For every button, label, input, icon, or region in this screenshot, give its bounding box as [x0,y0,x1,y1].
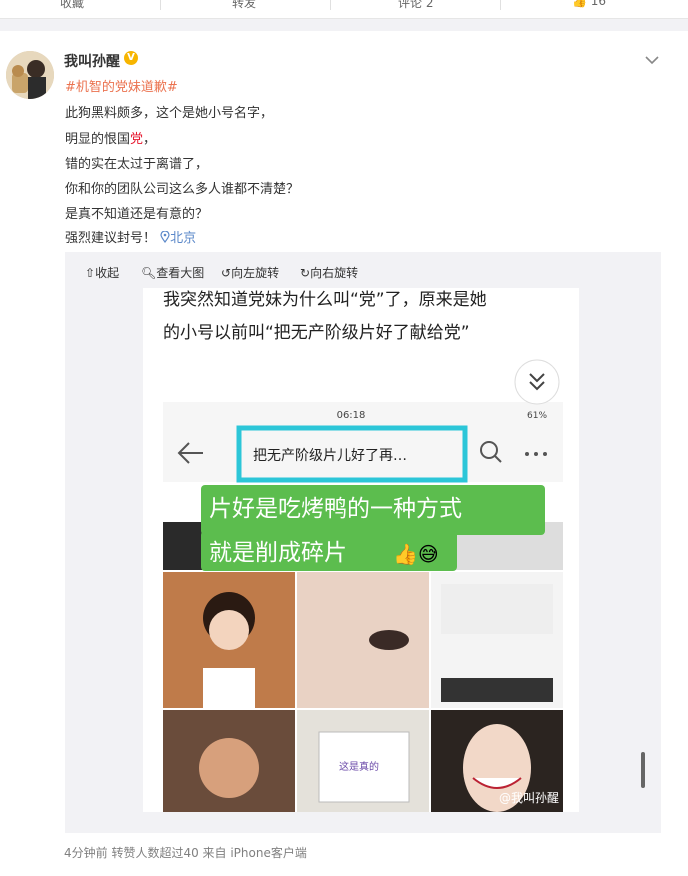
location-link[interactable]: 北京 [160,230,197,246]
like-count: 16 [590,0,607,8]
photo-tile [297,572,429,708]
overlay-text: 就是削成碎片 [209,540,347,566]
search-text: 把无产阶级片儿好了再… [253,448,407,464]
sticker-text: 这是真的 [339,760,379,773]
text-fragment: 强烈建议封号！ [65,231,157,246]
repost-button[interactable]: 转发 [232,0,256,12]
divider [330,0,331,10]
more-icon [525,452,529,456]
location-text: 北京 [170,231,197,246]
chevron-down-icon[interactable] [645,55,659,65]
divider [500,0,501,10]
collapse-button[interactable]: ⇧收起 [85,264,119,281]
post-text-line: 是真不知道还是有意的？ [65,207,209,222]
rotate-left-button[interactable]: ↺向左旋转 [221,264,279,281]
post-image[interactable]: 我突然知道党妹为什么叫“党”了，原来是她 的小号以前叫“把无产阶级片好了献给党”… [143,288,579,812]
text-fragment: ， [143,132,157,147]
collapse-icon: ⇧ [85,266,96,280]
thumbs-up-emoji-icon: 👍😅 [393,542,439,566]
location-pin-icon [160,230,170,244]
avatar-image [6,51,54,99]
rotate-right-label: 向右旋转 [310,266,359,280]
post-meta: 4分钟前 转赞人数超过40 来自 iPhone客户端 [64,846,307,860]
text-fragment: 明显的恨国 [65,132,131,147]
thumb-up-icon: 👍 [572,0,587,8]
comment-button[interactable]: 评论 2 [398,0,433,12]
caption-line: 的小号以前叫“把无产阶级片好了献给党” [163,323,470,343]
rotate-left-icon: ↺ [221,266,232,280]
post-text-line: 此狗黑料颇多，这个是她小号名字， [65,106,274,121]
verified-badge-icon: V [124,51,138,65]
overlay-text: 片好是吃烤鸭的一种方式 [209,496,462,522]
post-text-line: 错的实在太过于离谱了， [65,157,209,172]
media-viewer: ⇧收起 🔍︎查看大图 ↺向左旋转 ↻向右旋转 我突然知道党妹为什么叫“党”了，原… [65,252,661,833]
username-link[interactable]: 我叫孙醒 [64,51,120,71]
post-image-graphic: 我突然知道党妹为什么叫“党”了，原来是她 的小号以前叫“把无产阶级片好了献给党”… [143,288,579,812]
scrollbar-thumb[interactable] [641,752,645,788]
rotate-right-button[interactable]: ↻向右旋转 [300,264,358,281]
like-button[interactable]: 👍 16 [572,0,606,12]
favorite-button[interactable]: 收藏 [60,0,84,12]
topic-link[interactable]: #机智的党妹道歉# [65,76,178,95]
avatar[interactable] [6,51,54,99]
post-text-line: 强烈建议封号！ 北京 [65,227,196,246]
caption-line: 我突然知道党妹为什么叫“党”了，原来是她 [163,290,487,310]
previous-post-action-bar: 收藏 转发 评论 2 👍 16 [0,0,688,19]
view-large-label: 查看大图 [156,266,205,280]
status-battery: 61% [527,411,547,421]
watermark: @我叫孙醒 [499,791,559,805]
status-time: 06:18 [337,410,366,421]
post-text-line: 你和你的团队公司这么多人谁都不清楚？ [65,182,300,197]
rotate-left-label: 向左旋转 [231,266,280,280]
collapse-label: 收起 [95,266,120,280]
post-card: 我叫孙醒 V #机智的党妹道歉# 此狗黑料颇多，这个是她小号名字， 明显的恨国党… [0,31,688,876]
post-text-line: 明显的恨国党， [65,128,156,147]
magnifier-icon: 🔍︎ [141,266,157,280]
highlighted-text: 党 [130,132,144,147]
rotate-right-icon: ↻ [300,266,311,280]
divider [160,0,161,10]
view-large-button[interactable]: 🔍︎查看大图 [141,264,204,281]
